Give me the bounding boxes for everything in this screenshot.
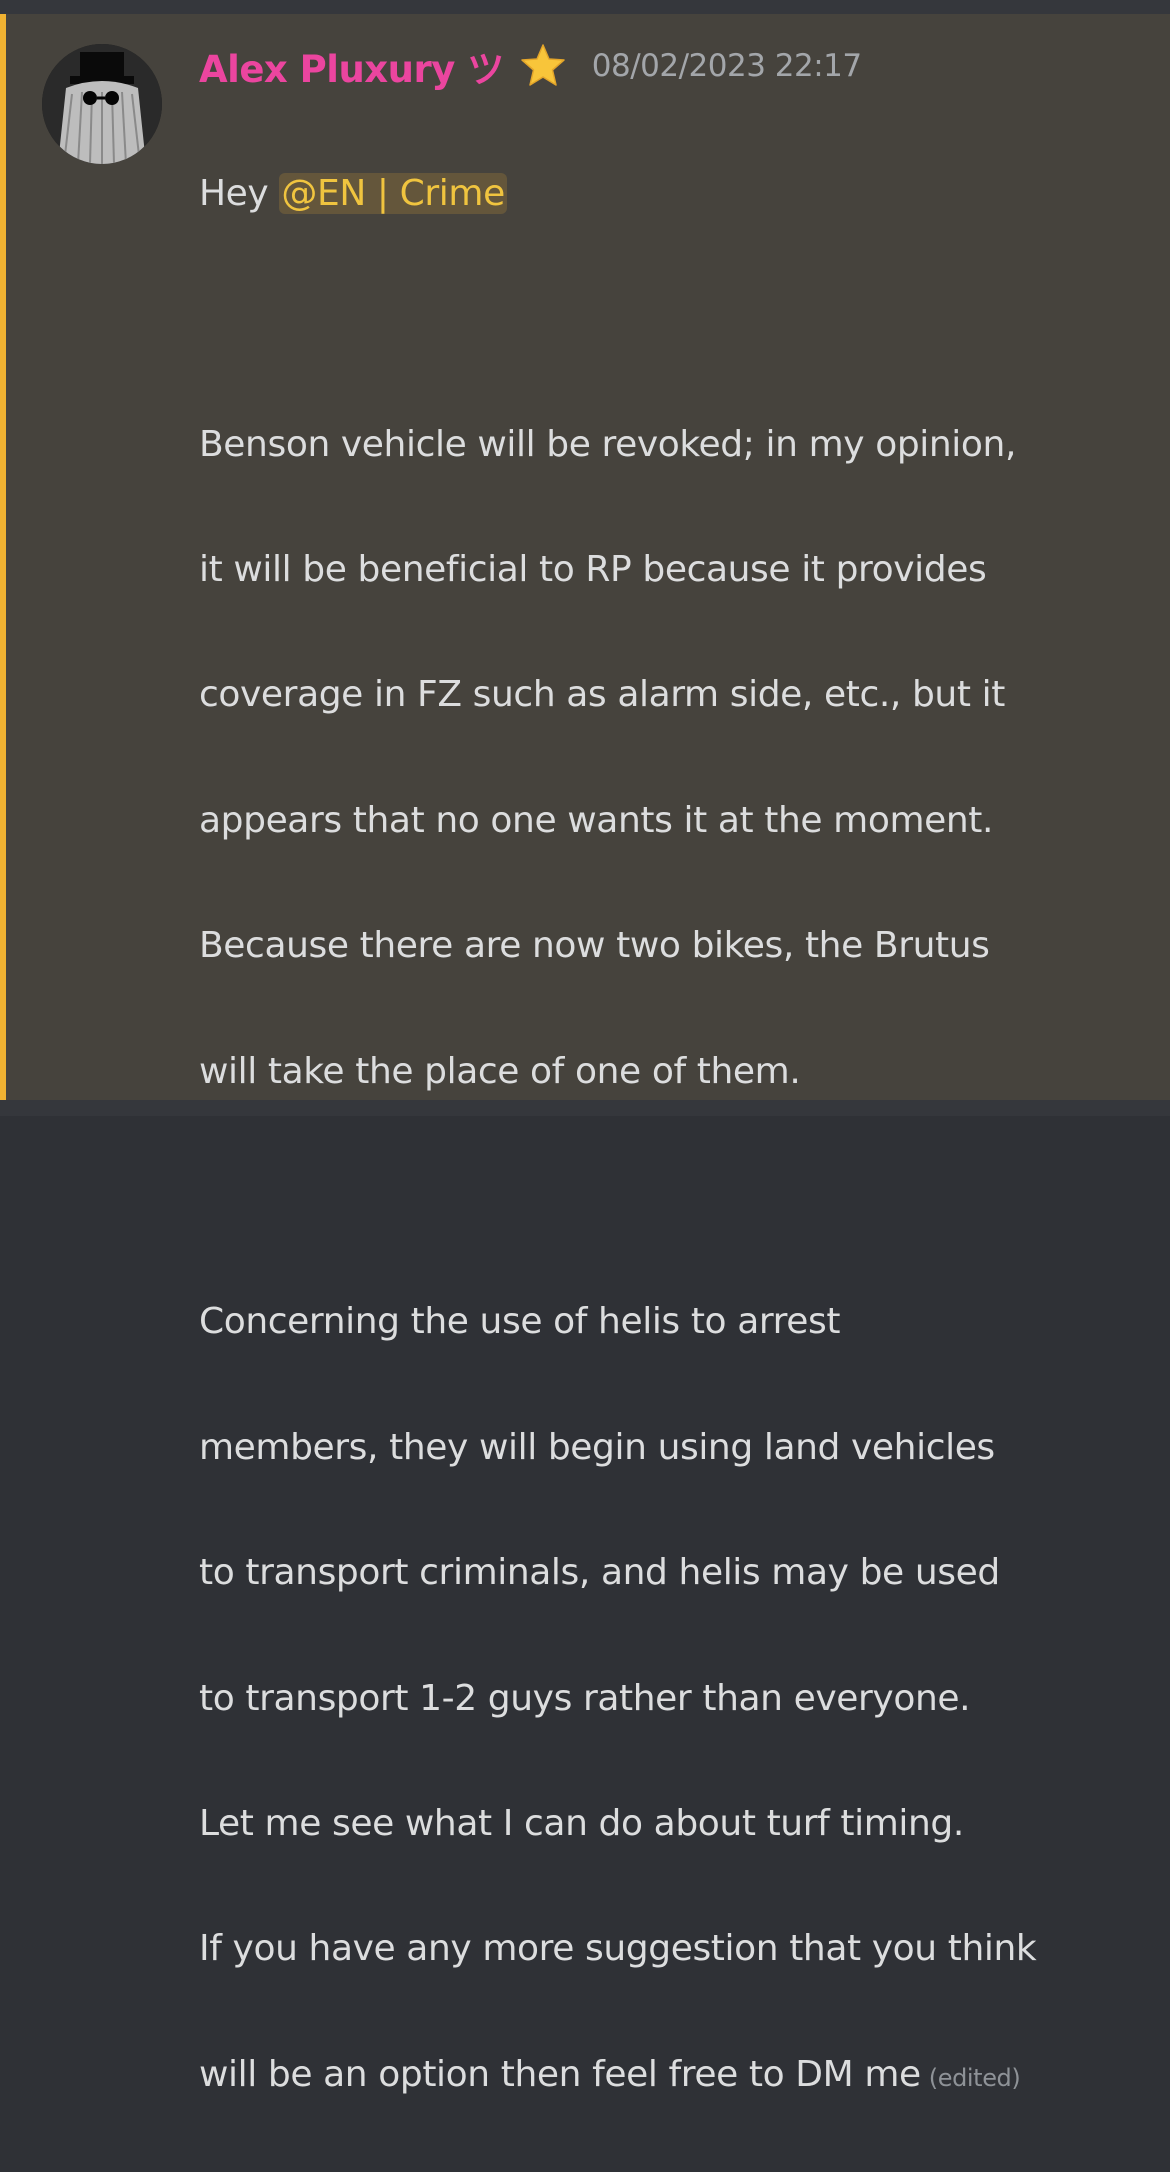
message-line: Concerning the use of helis to arrest (199, 1301, 841, 1343)
greeting-text: Hey (199, 172, 280, 214)
chat-message[interactable]: Alex Pluxury ツ 08/02/2023 22:17 Hey @EN … (0, 14, 1170, 2095)
message-line: Because there are now two bikes, the Bru… (199, 925, 990, 967)
message-line (199, 1166, 1159, 1229)
message-line: will take the place of one of them. (199, 1050, 801, 1092)
message-line: it will be beneficial to RP because it p… (199, 548, 987, 590)
message-line: will be an option then feel free to DM m… (199, 2053, 921, 2095)
message-line: appears that no one wants it at the mome… (199, 799, 994, 841)
message-line: to transport criminals, and helis may be… (199, 1552, 1000, 1594)
message-line: If you have any more suggestion that you… (199, 1928, 1037, 1970)
role-mention[interactable]: @EN | Crime (279, 172, 507, 214)
message-header: Alex Pluxury ツ 08/02/2023 22:17 (199, 38, 862, 94)
message-content: Hey @EN | Crime Benson vehicle will be r… (199, 100, 1159, 2172)
avatar-image (42, 44, 162, 164)
message-line: to transport 1-2 guys rather than everyo… (199, 1677, 971, 1719)
message-line: members, they will begin using land vehi… (199, 1426, 995, 1468)
last-message-line: will be an option then feel free to DM m… (199, 2044, 1159, 2110)
timestamp[interactable]: 08/02/2023 22:17 (592, 48, 862, 84)
edited-label[interactable]: (edited) (929, 2064, 1021, 2092)
message-line: Benson vehicle will be revoked; in my op… (199, 423, 1016, 465)
greeting-line: Hey @EN | Crime (199, 163, 1159, 226)
star-icon (521, 44, 565, 86)
message-line: Let me see what I can do about turf timi… (199, 1802, 964, 1844)
author-name[interactable]: Alex Pluxury ツ (199, 39, 504, 93)
message-line: coverage in FZ such as alarm side, etc.,… (199, 674, 1005, 716)
chat-background: Alex Pluxury ツ 08/02/2023 22:17 Hey @EN … (0, 0, 1170, 2095)
avatar[interactable] (42, 44, 162, 164)
